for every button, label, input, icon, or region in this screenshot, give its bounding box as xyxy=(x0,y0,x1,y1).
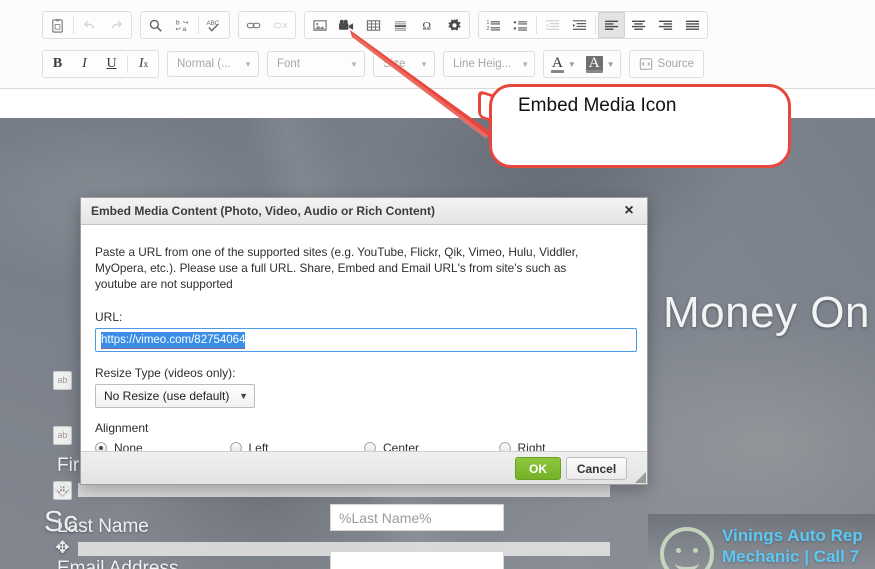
horizontal-rule-icon[interactable] xyxy=(387,12,414,38)
undo-icon[interactable] xyxy=(76,12,103,38)
spellcheck-icon[interactable]: ABC xyxy=(201,12,228,38)
gear-icon[interactable] xyxy=(441,12,468,38)
background-color-button[interactable]: A ▼ xyxy=(580,51,619,77)
svg-text:1: 1 xyxy=(486,20,489,26)
widget-badge-3[interactable]: ab xyxy=(53,426,72,445)
dialog-title-bar[interactable]: Embed Media Content (Photo, Video, Audio… xyxy=(81,198,647,225)
numbered-list-icon[interactable]: 12 xyxy=(480,12,507,38)
callout-text: Embed Media Icon xyxy=(518,95,677,116)
svg-text:↩: ↩ xyxy=(175,26,181,33)
font-family-select[interactable]: Font ▼ xyxy=(267,51,365,77)
toolbar-row-1: b ↪ a ↩ ABC Ω 1 2 xyxy=(0,11,716,39)
redo-icon[interactable] xyxy=(103,12,130,38)
source-icon xyxy=(639,58,652,70)
cancel-button[interactable]: Cancel xyxy=(566,457,627,480)
background-color-label: A xyxy=(585,55,603,73)
input-email[interactable] xyxy=(330,551,504,569)
chevron-down-icon: ▼ xyxy=(521,59,530,69)
svg-text:2: 2 xyxy=(486,26,489,32)
font-size-select[interactable]: Size ▼ xyxy=(373,51,435,77)
toolbar-group-source: Source xyxy=(628,50,704,78)
alignment-label: Alignment xyxy=(95,421,149,435)
source-label: Source xyxy=(657,58,694,70)
link-icon[interactable] xyxy=(240,12,267,38)
video-title-line1: Vinings Auto Rep xyxy=(722,526,863,545)
image-icon[interactable] xyxy=(306,12,333,38)
line-height-select[interactable]: Line Heig... ▼ xyxy=(443,51,535,77)
replace-icon[interactable]: b ↪ a ↩ xyxy=(169,12,196,38)
omega-icon[interactable]: Ω xyxy=(414,12,441,38)
align-center-icon[interactable] xyxy=(625,12,652,38)
video-title-line2: Mechanic | Call 7 xyxy=(722,547,860,566)
chevron-down-icon: ▼ xyxy=(239,391,248,401)
url-field-label: URL: xyxy=(95,310,123,324)
bulleted-list-icon[interactable] xyxy=(507,12,534,38)
resize-grip-icon[interactable] xyxy=(635,472,646,483)
dialog-description: Paste a URL from one of the supported si… xyxy=(95,245,579,291)
chevron-down-icon: ▼ xyxy=(420,59,428,69)
search-icon[interactable] xyxy=(142,12,169,38)
chevron-down-icon: ▼ xyxy=(606,59,615,69)
unlink-icon[interactable] xyxy=(267,12,294,38)
chevron-down-icon: ▼ xyxy=(350,59,358,69)
svg-text:a: a xyxy=(183,26,187,33)
video-camera-icon[interactable] xyxy=(333,12,360,38)
screenshot-root: %First Name% - Save Money On h Alignment… xyxy=(0,0,875,569)
toolbar-row-2: B I U Ix Normal (... ▼ Font ▼ Size ▼ Lin… xyxy=(0,50,712,78)
resize-type-value: No Resize (use default) xyxy=(104,389,230,403)
align-right-icon[interactable] xyxy=(652,12,679,38)
form-label-last-name: Last Name xyxy=(57,516,149,537)
svg-text:Ω: Ω xyxy=(422,19,431,32)
resize-type-label: Resize Type (videos only): xyxy=(95,366,236,380)
source-button[interactable]: Source xyxy=(631,57,702,71)
dialog-footer: OK Cancel xyxy=(81,451,647,484)
italic-icon[interactable]: I xyxy=(71,51,98,77)
toolbar-group-link xyxy=(238,11,296,39)
form-label-first-name: Fir xyxy=(57,455,80,476)
move-icon[interactable]: ✥ xyxy=(53,538,72,557)
svg-text:ABC: ABC xyxy=(207,20,220,27)
toolbar-group-clipboard xyxy=(42,11,132,39)
align-left-icon[interactable] xyxy=(598,12,625,38)
move-icon-2[interactable]: ✥ xyxy=(53,480,72,499)
line-height-value: Line Heig... xyxy=(453,58,512,70)
paragraph-format-select[interactable]: Normal (... ▼ xyxy=(167,51,259,77)
toolbar-group-colors: A ▼ A ▼ xyxy=(543,50,621,78)
toolbar-group-basic-styles: B I U Ix xyxy=(42,50,159,78)
input-last-name[interactable]: %Last Name% xyxy=(330,504,504,531)
bold-icon[interactable]: B xyxy=(44,51,71,77)
callout-bubble: Embed Media Icon xyxy=(489,84,791,168)
toolbar-group-insert: Ω xyxy=(304,11,470,39)
widget-badge-2[interactable]: ab xyxy=(53,371,72,390)
video-title: Vinings Auto Rep Mechanic | Call 7 xyxy=(722,525,863,567)
underline-icon[interactable]: U xyxy=(98,51,125,77)
url-input[interactable]: https://vimeo.com/82754064 xyxy=(95,328,637,352)
outdent-icon[interactable] xyxy=(539,12,566,38)
close-icon[interactable]: × xyxy=(620,201,638,221)
dialog-body: Paste a URL from one of the supported si… xyxy=(81,225,647,455)
form-label-email: Email Address xyxy=(57,558,179,569)
dialog-title: Embed Media Content (Photo, Video, Audio… xyxy=(91,204,435,218)
form-divider-1 xyxy=(78,483,610,497)
text-color-button[interactable]: A ▼ xyxy=(545,51,580,77)
font-family-value: Font xyxy=(277,58,301,70)
table-icon[interactable] xyxy=(360,12,387,38)
indent-icon[interactable] xyxy=(566,12,593,38)
url-input-value: https://vimeo.com/82754064 xyxy=(101,331,246,349)
chevron-down-icon: ▼ xyxy=(244,59,252,69)
embed-media-dialog: Embed Media Content (Photo, Video, Audio… xyxy=(80,197,648,485)
font-size-value: Size xyxy=(383,58,406,70)
video-embed-card[interactable]: Vinings Auto Rep Mechanic | Call 7 from … xyxy=(648,514,875,569)
align-justify-icon[interactable] xyxy=(679,12,706,38)
toolbar-group-find: b ↪ a ↩ ABC xyxy=(140,11,230,39)
paste-icon[interactable] xyxy=(44,12,71,38)
toolbar-group-paragraph: 12 xyxy=(478,11,708,39)
resize-type-select[interactable]: No Resize (use default) ▼ xyxy=(95,384,255,408)
paragraph-format-value: Normal (... xyxy=(177,58,231,70)
editor-toolbar: b ↪ a ↩ ABC Ω 1 2 B I U I x Normal (... … xyxy=(0,0,875,89)
text-color-label: A xyxy=(551,54,564,73)
chevron-down-icon: ▼ xyxy=(567,59,576,69)
ok-button[interactable]: OK xyxy=(515,457,561,480)
remove-format-icon[interactable]: Ix xyxy=(130,51,157,77)
